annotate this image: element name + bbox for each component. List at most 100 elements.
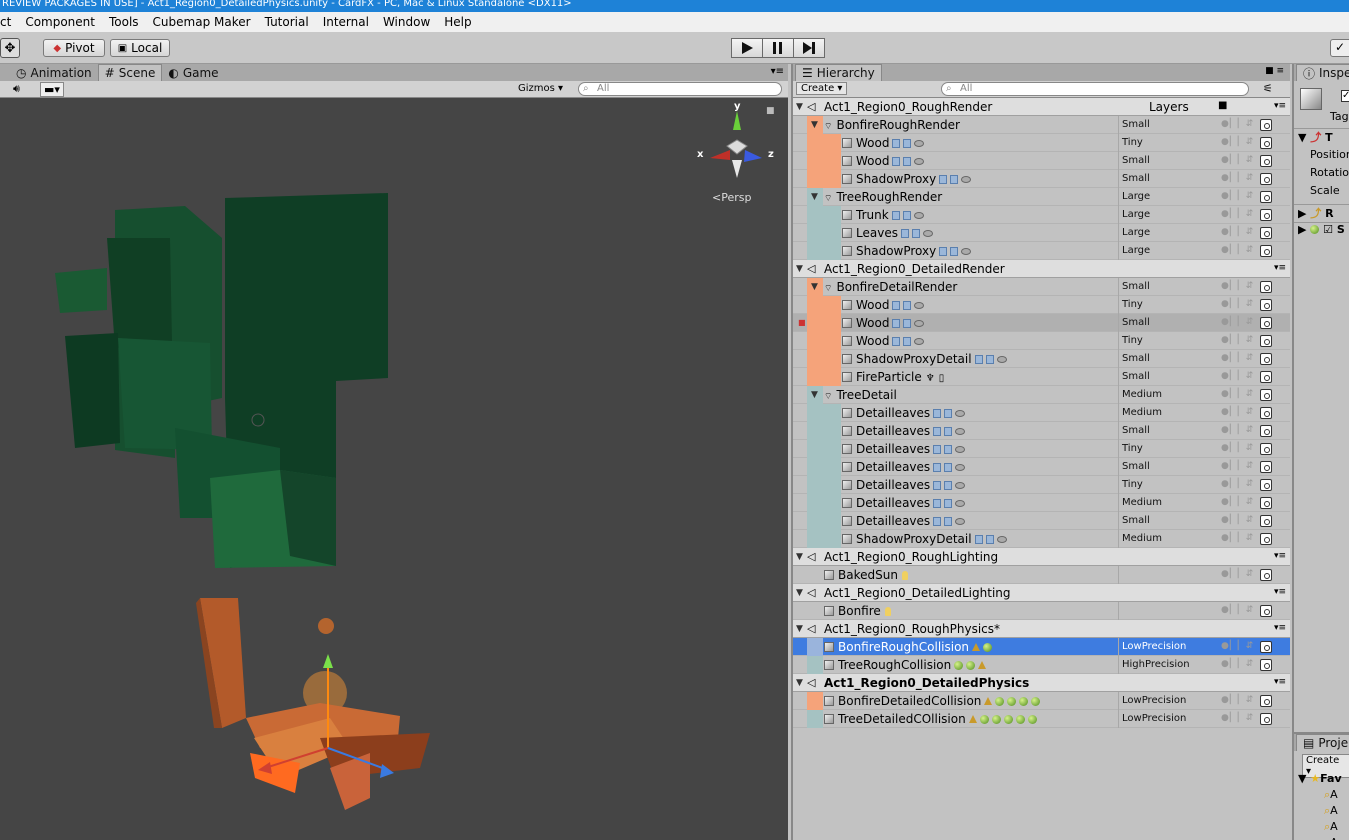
hierarchy-item[interactable]: ▼ ⌔ BonfireDetailRender Small ●▏▏⇵ [793, 278, 1290, 296]
visibility-toggle-icon[interactable] [1260, 209, 1272, 221]
hierarchy-item[interactable]: BonfireRoughCollision LowPrecision ●▏▏⇵ [793, 638, 1290, 656]
hierarchy-item[interactable]: Wood Tiny ●▏▏⇵ [793, 134, 1290, 152]
visibility-toggle-icon[interactable] [1260, 569, 1272, 581]
hierarchy-item[interactable]: Detailleaves Small ●▏▏⇵ [793, 458, 1290, 476]
scene-header[interactable]: ▼ ◁ Act1_Region0_RoughPhysics* ▾≡ [793, 620, 1290, 638]
orientation-gizmo[interactable]: y x z ■ [697, 101, 775, 186]
hierarchy-item[interactable]: ShadowProxyDetail Small ●▏▏⇵ [793, 350, 1290, 368]
visibility-toggle-icon[interactable] [1260, 713, 1272, 725]
visibility-toggle-icon[interactable] [1260, 425, 1272, 437]
step-button[interactable] [793, 38, 825, 58]
menu-item[interactable]: Cubemap Maker [146, 15, 258, 29]
local-button[interactable]: ▣ Local [110, 39, 170, 57]
visibility-toggle-icon[interactable] [1260, 533, 1272, 545]
visibility-toggle-icon[interactable] [1260, 659, 1272, 671]
scene-search-input[interactable]: ⌕ All [578, 82, 782, 96]
menu-item[interactable]: Tutorial [258, 15, 316, 29]
scene-header[interactable]: ▼ ◁ Act1_Region0_DetailedPhysics ▾≡ [793, 674, 1290, 692]
menu-item[interactable]: Internal [316, 15, 376, 29]
hierarchy-item[interactable]: ■ Wood Small ●▏▏⇵ [793, 314, 1290, 332]
expand-arrow-icon[interactable]: ▼ [811, 120, 818, 130]
hierarchy-search-input[interactable]: ⌕ All [941, 82, 1249, 96]
hierarchy-item[interactable]: BakedSun ●▏▏⇵ [793, 566, 1290, 584]
menu-item[interactable]: Component [18, 15, 102, 29]
expand-arrow-icon[interactable]: ▼ [811, 282, 818, 292]
visibility-toggle-icon[interactable] [1260, 443, 1272, 455]
tab-scene[interactable]: # Scene [97, 64, 163, 81]
hierarchy-item[interactable]: Trunk Large ●▏▏⇵ [793, 206, 1290, 224]
visibility-toggle-icon[interactable] [1260, 227, 1272, 239]
visibility-toggle-icon[interactable] [1260, 695, 1272, 707]
visibility-toggle-icon[interactable] [1260, 119, 1272, 131]
scene-header[interactable]: ▼ ◁ Act1_Region0_RoughRender Layers ■ ▾≡ [793, 98, 1290, 116]
favorite-item[interactable]: ⌕A [1324, 820, 1338, 834]
hierarchy-item[interactable]: ShadowProxy Small ●▏▏⇵ [793, 170, 1290, 188]
visibility-toggle-icon[interactable] [1260, 191, 1272, 203]
menu-item[interactable]: Tools [102, 15, 146, 29]
scene-viewport[interactable]: y x z ■ <Persp [0, 98, 788, 840]
visibility-toggle-icon[interactable] [1260, 173, 1272, 185]
collapse-arrow-icon[interactable]: ▼ [796, 264, 803, 274]
hierarchy-item[interactable]: Detailleaves Small ●▏▏⇵ [793, 422, 1290, 440]
visibility-toggle-icon[interactable] [1260, 497, 1272, 509]
menu-item[interactable]: Help [437, 15, 478, 29]
scene-menu-icon[interactable]: ▾≡ [1274, 101, 1286, 111]
favorite-item[interactable]: ⌕A [1324, 804, 1338, 818]
collab-button[interactable]: ✓ [1330, 39, 1349, 57]
tab-animation[interactable]: ◷ Animation [10, 64, 98, 81]
collapse-arrow-icon[interactable]: ▼ [796, 624, 803, 634]
component-row-2[interactable]: ▶ ☑ S [1294, 222, 1349, 240]
visibility-toggle-icon[interactable] [1260, 155, 1272, 167]
visibility-toggle-icon[interactable] [1260, 515, 1272, 527]
persp-label[interactable]: <Persp [712, 191, 751, 204]
visibility-toggle-icon[interactable] [1260, 407, 1272, 419]
hierarchy-item[interactable]: Detailleaves Small ●▏▏⇵ [793, 512, 1290, 530]
visibility-toggle-icon[interactable] [1260, 335, 1272, 347]
visibility-toggle-icon[interactable] [1260, 281, 1272, 293]
tab-hierarchy[interactable]: ☰ Hierarchy [795, 64, 882, 81]
expand-arrow-icon[interactable]: ▼ [811, 192, 818, 202]
hierarchy-item[interactable]: Bonfire ●▏▏⇵ [793, 602, 1290, 620]
scene-menu-icon[interactable]: ▾≡ [1274, 623, 1286, 633]
visibility-toggle-icon[interactable] [1260, 389, 1272, 401]
hierarchy-item[interactable]: Wood Tiny ●▏▏⇵ [793, 332, 1290, 350]
component-row-1[interactable]: ▶ ⤴ R [1294, 204, 1349, 222]
hierarchy-item[interactable]: ▼ ⌔ TreeDetail Medium ●▏▏⇵ [793, 386, 1290, 404]
collapse-arrow-icon[interactable]: ▼ [796, 102, 803, 112]
tab-inspector[interactable]: ⓘ Inspe [1296, 64, 1349, 81]
gizmos-dropdown[interactable]: Gizmos ▾ [518, 83, 563, 94]
visibility-toggle-icon[interactable] [1260, 641, 1272, 653]
scene-header[interactable]: ▼ ◁ Act1_Region0_DetailedRender ▾≡ [793, 260, 1290, 278]
pivot-button[interactable]: ◆ Pivot [43, 39, 105, 57]
hierarchy-item[interactable]: ShadowProxy Large ●▏▏⇵ [793, 242, 1290, 260]
favorite-item[interactable]: ⌕A [1324, 836, 1338, 840]
expand-arrow-icon[interactable]: ▼ [811, 390, 818, 400]
hierarchy-item[interactable]: FireParticle ♆ ▯ Small ●▏▏⇵ [793, 368, 1290, 386]
favorites-row[interactable]: ▼ ★Fav [1298, 772, 1342, 785]
collapse-arrow-icon[interactable]: ▼ [796, 552, 803, 562]
collapse-arrow-icon[interactable]: ▼ [796, 588, 803, 598]
transform-header[interactable]: ▼ ⤴ T [1294, 128, 1349, 146]
hierarchy-item[interactable]: ▼ ⌔ TreeRoughRender Large ●▏▏⇵ [793, 188, 1290, 206]
hierarchy-item[interactable]: Detailleaves Tiny ●▏▏⇵ [793, 476, 1290, 494]
hierarchy-item[interactable]: Leaves Large ●▏▏⇵ [793, 224, 1290, 242]
visibility-toggle-icon[interactable] [1260, 371, 1272, 383]
visibility-toggle-icon[interactable] [1260, 245, 1272, 257]
hierarchy-item[interactable]: Wood Tiny ●▏▏⇵ [793, 296, 1290, 314]
effects-icon[interactable]: ▬▾ [40, 82, 64, 97]
visibility-toggle-icon[interactable] [1260, 605, 1272, 617]
pause-button[interactable] [762, 38, 794, 58]
collapse-arrow-icon[interactable]: ▼ [796, 678, 803, 688]
play-button[interactable] [731, 38, 763, 58]
scene-header[interactable]: ▼ ◁ Act1_Region0_DetailedLighting ▾≡ [793, 584, 1290, 602]
active-checkbox[interactable]: ✓ [1341, 90, 1349, 102]
visibility-toggle-icon[interactable] [1260, 353, 1272, 365]
scene-menu-icon[interactable]: ▾≡ [1274, 677, 1286, 687]
visibility-toggle-icon[interactable] [1260, 299, 1272, 311]
menu-item[interactable]: ct [0, 15, 18, 29]
scene-menu-icon[interactable]: ▾≡ [1274, 587, 1286, 597]
scene-menu-icon[interactable]: ▾≡ [1274, 551, 1286, 561]
panel-menu-icon[interactable]: ▾≡ [771, 66, 784, 77]
hierarchy-item[interactable]: Detailleaves Tiny ●▏▏⇵ [793, 440, 1290, 458]
visibility-toggle-icon[interactable] [1260, 137, 1272, 149]
